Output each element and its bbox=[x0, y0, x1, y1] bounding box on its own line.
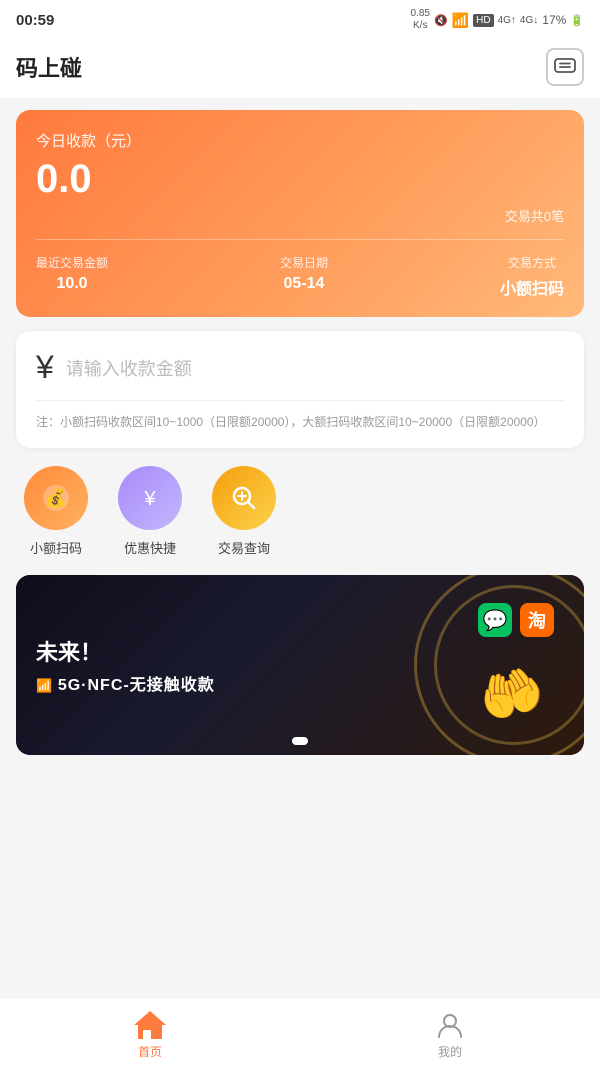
battery-icon: 🔋 bbox=[570, 14, 584, 27]
main-content: 今日收款（元） 0.0 交易共0笔 最近交易金额 10.0 交易日期 05-14… bbox=[0, 98, 600, 767]
hd-badge: HD bbox=[473, 14, 493, 27]
transaction-date: 交易日期 05-14 bbox=[280, 254, 328, 299]
app-title: 码上碰 bbox=[16, 51, 82, 83]
signal-4g-icon2: 4G↓ bbox=[520, 15, 538, 26]
discount-fast-icon: ¥ bbox=[118, 466, 182, 530]
hand-emoji: 🤲 bbox=[472, 657, 550, 733]
wifi-icon: 📶 bbox=[452, 12, 469, 29]
recent-transaction: 最近交易金额 10.0 bbox=[36, 254, 108, 299]
feature-discount-fast[interactable]: ¥ 优惠快捷 bbox=[118, 466, 182, 557]
app-icons-row: 💬 淘 bbox=[478, 603, 554, 637]
chat-icon bbox=[554, 58, 576, 76]
revenue-footer: 最近交易金额 10.0 交易日期 05-14 交易方式 小额扫码 bbox=[36, 239, 564, 299]
house-door bbox=[143, 1030, 151, 1039]
signal-4g-icon: 4G↑ bbox=[498, 15, 516, 26]
input-card: ¥ 请输入收款金额 注：小额扫码收款区间10~1000（日限额20000），大额… bbox=[16, 331, 584, 448]
svg-text:¥: ¥ bbox=[143, 488, 156, 510]
date-label: 交易日期 bbox=[280, 254, 328, 271]
method-value: 小额扫码 bbox=[500, 275, 564, 299]
transaction-count: 交易共0笔 bbox=[36, 206, 564, 225]
revenue-card: 今日收款（元） 0.0 交易共0笔 最近交易金额 10.0 交易日期 05-14… bbox=[16, 110, 584, 317]
battery-level: 17% bbox=[542, 13, 566, 27]
house-roof bbox=[134, 1011, 166, 1025]
revenue-label: 今日收款（元） bbox=[36, 130, 564, 151]
feature-transaction-query[interactable]: 交易查询 bbox=[212, 466, 276, 557]
banner-text: 未来！ 📶 5G·NFC-无接触收款 bbox=[36, 635, 404, 695]
transaction-query-label: 交易查询 bbox=[218, 538, 270, 557]
wechat-app-icon: 💬 bbox=[478, 603, 512, 637]
wifi-small-icon: 📶 bbox=[36, 678, 58, 693]
nav-home[interactable]: 首页 bbox=[0, 1005, 300, 1060]
mute-icon: 🔇 bbox=[434, 14, 448, 27]
banner-right: 💬 淘 🤲 bbox=[404, 595, 564, 735]
banner[interactable]: 未来！ 📶 5G·NFC-无接触收款 💬 淘 🤲 bbox=[16, 575, 584, 755]
input-notice: 注：小额扫码收款区间10~1000（日限额20000），大额扫码收款区间10~2… bbox=[36, 413, 564, 432]
small-scan-label: 小额扫码 bbox=[30, 538, 82, 557]
transaction-query-icon bbox=[212, 466, 276, 530]
banner-content: 未来！ 📶 5G·NFC-无接触收款 💬 淘 🤲 bbox=[16, 575, 584, 755]
status-time: 00:59 bbox=[16, 12, 54, 29]
mine-icon bbox=[436, 1011, 464, 1039]
banner-subtitle: 📶 5G·NFC-无接触收款 bbox=[36, 671, 404, 695]
method-label: 交易方式 bbox=[508, 254, 556, 271]
chat-button[interactable] bbox=[546, 48, 584, 86]
svg-text:💰: 💰 bbox=[45, 487, 67, 509]
nav-mine[interactable]: 我的 bbox=[300, 1005, 600, 1060]
recent-value: 10.0 bbox=[56, 275, 87, 293]
amount-input-row[interactable]: ¥ 请输入收款金额 bbox=[36, 349, 564, 401]
revenue-amount: 0.0 bbox=[36, 157, 564, 202]
status-icons: 0.85K/s 🔇 📶 HD 4G↑ 4G↓ 17% 🔋 bbox=[411, 8, 584, 32]
feature-small-scan[interactable]: 💰 小额扫码 bbox=[24, 466, 88, 557]
recent-label: 最近交易金额 bbox=[36, 254, 108, 271]
yuan-symbol: ¥ bbox=[36, 349, 54, 386]
banner-title: 未来！ bbox=[36, 635, 404, 667]
alipay-app-icon: 淘 bbox=[520, 603, 554, 637]
app-header: 码上碰 bbox=[0, 38, 600, 98]
bottom-nav: 首页 我的 bbox=[0, 997, 600, 1067]
amount-placeholder: 请输入收款金额 bbox=[66, 355, 192, 381]
discount-fast-label: 优惠快捷 bbox=[124, 538, 176, 557]
status-bar: 00:59 0.85K/s 🔇 📶 HD 4G↑ 4G↓ 17% 🔋 bbox=[0, 0, 600, 38]
transaction-method: 交易方式 小额扫码 bbox=[500, 254, 564, 299]
feature-row: 💰 小额扫码 ¥ 优惠快捷 交易查询 bbox=[16, 462, 584, 561]
nav-home-label: 首页 bbox=[138, 1043, 162, 1060]
speed-indicator: 0.85K/s bbox=[411, 8, 430, 32]
nav-mine-label: 我的 bbox=[438, 1043, 462, 1060]
home-icon bbox=[135, 1011, 165, 1039]
small-scan-icon: 💰 bbox=[24, 466, 88, 530]
date-value: 05-14 bbox=[284, 275, 325, 293]
